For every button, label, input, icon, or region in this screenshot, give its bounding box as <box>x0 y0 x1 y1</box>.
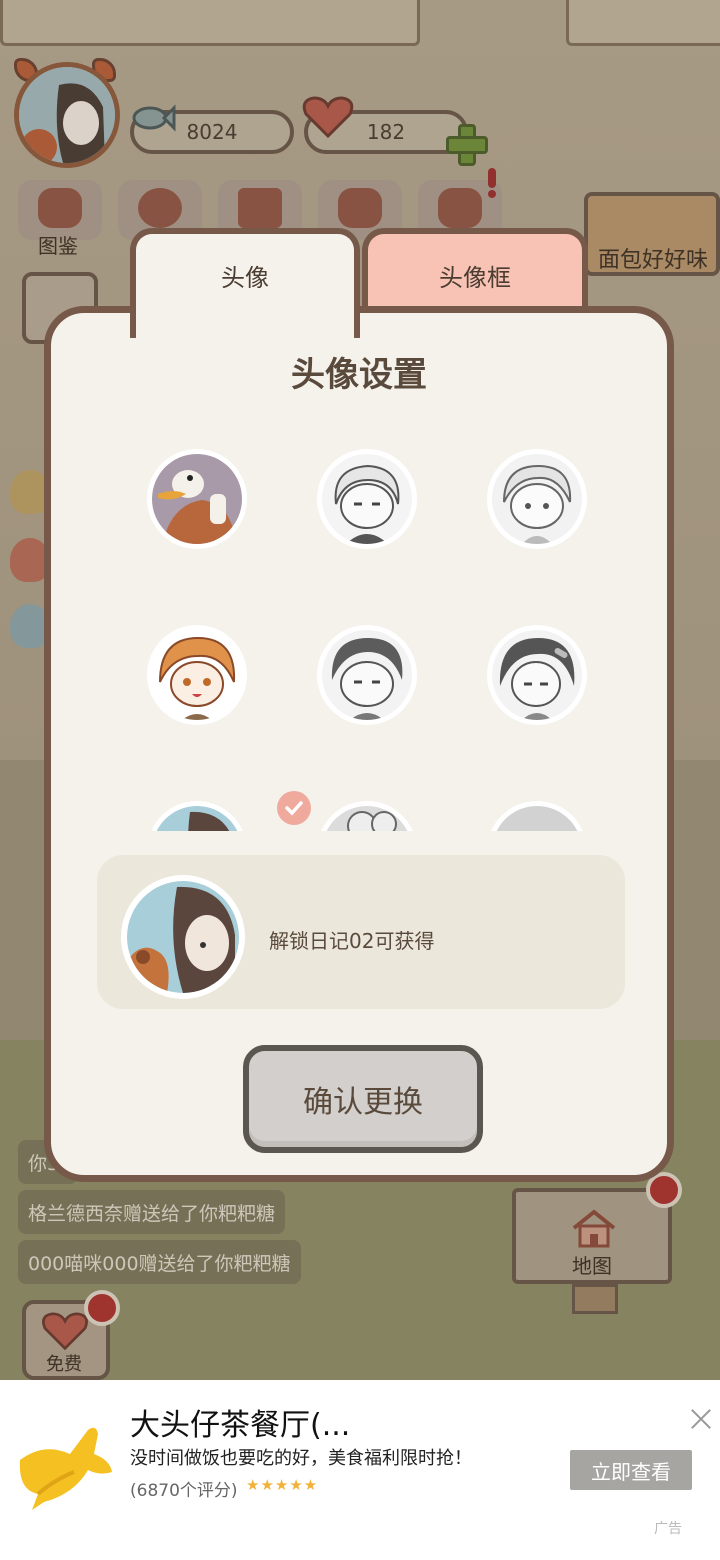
preview-avatar <box>121 875 245 999</box>
kangaroo-logo-icon <box>19 1427 112 1510</box>
avatar-option-worried-boy[interactable] <box>487 449 587 549</box>
selected-check-icon <box>277 791 311 825</box>
avatar-option-dark-hair[interactable] <box>317 625 417 725</box>
ad-banner[interactable]: 大头仔茶餐厅(... 没时间做饭也要吃的好，美食福利限时抢！ (6870个评分)… <box>0 1380 720 1560</box>
avatar-grid[interactable] <box>111 433 631 831</box>
grey-avatar-art-9 <box>492 806 582 831</box>
avatar-settings-dialog: 头像设置 解锁日记02可获得 确认更换 <box>44 306 674 1182</box>
preview-avatar-art <box>127 881 239 993</box>
tab-avatar-frame[interactable]: 头像框 <box>362 228 588 314</box>
confirm-change-button[interactable]: 确认更换 <box>243 1045 483 1153</box>
duck-avatar-art <box>152 454 242 544</box>
dialog-title: 头像设置 <box>291 355 427 395</box>
ad-close-icon[interactable] <box>690 1408 712 1430</box>
ad-tag: 广告 <box>654 1521 682 1537</box>
tab-avatar-frame-label: 头像框 <box>439 264 511 292</box>
avatar-option-clip-hair[interactable] <box>487 625 587 725</box>
avatar-option-8[interactable] <box>317 801 417 831</box>
ad-view-button[interactable]: 立即查看 <box>570 1450 692 1490</box>
tab-avatar[interactable]: 头像 <box>130 228 360 338</box>
ad-subtitle: 没时间做饭也要吃的好，美食福利限时抢！ <box>130 1448 472 1469</box>
avatar-preview-panel: 解锁日记02可获得 <box>97 855 625 1009</box>
avatar-option-duck[interactable] <box>147 449 247 549</box>
ad-rating-count: (6870个评分) <box>130 1481 238 1501</box>
grey-avatar-art-8 <box>322 806 412 831</box>
dark-hair-avatar-art <box>322 630 412 720</box>
tab-avatar-label: 头像 <box>221 264 269 292</box>
girl-with-cat-avatar-art <box>152 806 242 831</box>
avatar-option-9[interactable] <box>487 801 587 831</box>
orange-hair-avatar-art <box>152 630 242 720</box>
clip-hair-avatar-art <box>492 630 582 720</box>
worried-boy-avatar-art <box>492 454 582 544</box>
avatar-option-orange-hair[interactable] <box>147 625 247 725</box>
ad-star-rating: ★★★★★ <box>246 1476 319 1494</box>
unlock-hint: 解锁日记02可获得 <box>269 929 435 953</box>
ad-title: 大头仔茶餐厅(... <box>130 1408 351 1443</box>
avatar-option-white-hair[interactable] <box>317 449 417 549</box>
white-hair-avatar-art <box>322 454 412 544</box>
avatar-option-girl-with-cat[interactable] <box>147 801 247 831</box>
